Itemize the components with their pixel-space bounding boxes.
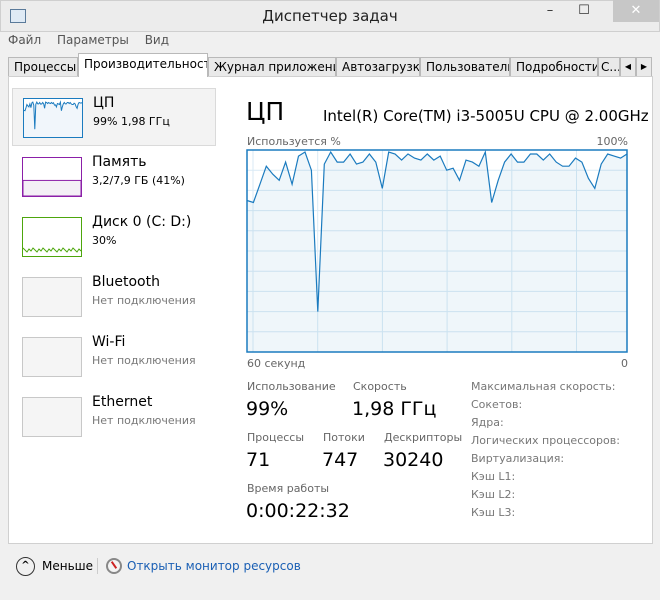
chart-ymax: 100% — [596, 135, 628, 148]
thumbnail-graph — [22, 277, 82, 317]
chart-xlabel-right: 0 — [621, 357, 628, 370]
tab-details[interactable]: Подробности — [510, 57, 598, 77]
sidebar-item-label: Диск 0 (C: D:) — [92, 214, 192, 230]
cpu-usage-chart — [246, 149, 628, 353]
cpu-detail-label: Виртуализация: — [471, 452, 565, 465]
tab-services[interactable]: С... — [598, 57, 620, 77]
sidebar-item-bluetooth[interactable]: Bluetooth Нет подключения — [12, 268, 216, 326]
cpu-detail-label: Логических процессоров: — [471, 434, 620, 447]
processes-label: Процессы — [247, 431, 305, 444]
speed-value: 1,98 ГГц — [352, 398, 437, 420]
menu-file[interactable]: Файл — [8, 33, 41, 47]
mini-graph — [23, 338, 81, 376]
fewer-details-button[interactable]: Меньше — [42, 559, 93, 573]
maximize-button[interactable]: ☐ — [568, 0, 600, 22]
mini-graph — [23, 278, 81, 316]
usage-label: Использование — [247, 380, 336, 393]
footer: ^ Меньше Открыть монитор ресурсов — [0, 546, 660, 590]
tab-processes[interactable]: Процессы — [8, 57, 78, 77]
sidebar-item-wifi[interactable]: Wi-Fi Нет подключения — [12, 328, 216, 386]
mini-graph — [22, 179, 82, 197]
processes-value: 71 — [246, 449, 271, 471]
mini-graph — [22, 247, 82, 253]
cpu-detail-label: Максимальная скорость: — [471, 380, 616, 393]
cpu-detail-label: Кэш L3: — [471, 506, 516, 519]
tab-performance[interactable]: Производительность — [78, 53, 208, 77]
sidebar-item-status: 99% 1,98 ГГц — [93, 115, 170, 128]
resource-monitor-icon — [106, 558, 122, 574]
cpu-usage-area — [247, 152, 627, 352]
uptime-label: Время работы — [247, 482, 330, 495]
threads-value: 747 — [322, 449, 359, 471]
open-resource-monitor-link[interactable]: Открыть монитор ресурсов — [127, 559, 301, 573]
handles-label: Дескрипторы — [384, 431, 463, 444]
sidebar-item-label: Bluetooth — [92, 274, 160, 290]
menu-options[interactable]: Параметры — [57, 33, 129, 47]
menu-bar: Файл Параметры Вид — [8, 33, 181, 51]
sidebar-item-cpu[interactable]: ЦП 99% 1,98 ГГц — [12, 88, 216, 146]
sidebar-item-status: 3,2/7,9 ГБ (41%) — [92, 174, 185, 187]
sidebar-item-ethernet[interactable]: Ethernet Нет подключения — [12, 388, 216, 446]
minimize-button[interactable]: – — [534, 0, 566, 22]
cpu-model: Intel(R) Core(TM) i3-5005U CPU @ 2.00GHz — [323, 107, 649, 125]
thumbnail-graph — [22, 397, 82, 437]
thumbnail-graph — [22, 157, 82, 197]
mini-graph — [23, 100, 83, 137]
sidebar-item-label: Wi-Fi — [92, 334, 126, 350]
page-title: ЦП — [246, 97, 285, 126]
sidebar-item-status: Нет подключения — [92, 354, 196, 367]
mini-memory-fill — [22, 179, 82, 197]
uptime-value: 0:00:22:32 — [246, 500, 350, 522]
close-button[interactable]: ✕ — [613, 0, 659, 22]
speed-label: Скорость — [353, 380, 407, 393]
tab-scroll-right-icon[interactable]: ▶ — [636, 57, 652, 77]
handles-value: 30240 — [383, 449, 444, 471]
sidebar-item-label: Ethernet — [92, 394, 153, 410]
cpu-detail-label: Кэш L1: — [471, 470, 516, 483]
tab-users[interactable]: Пользователи — [420, 57, 510, 77]
mini-cpu-fill — [24, 102, 82, 137]
sidebar-item-label: ЦП — [93, 95, 115, 111]
thumbnail-graph — [22, 217, 82, 257]
sidebar-item-label: Память — [92, 154, 147, 170]
tab-bar: Процессы Производительность Журнал прило… — [8, 53, 653, 77]
cpu-detail-label: Ядра: — [471, 416, 504, 429]
threads-label: Потоки — [323, 431, 365, 444]
chevron-up-icon[interactable]: ^ — [16, 557, 35, 576]
sidebar-item-memory[interactable]: Память 3,2/7,9 ГБ (41%) — [12, 148, 216, 206]
mini-graph — [23, 398, 81, 436]
cpu-detail-label: Сокетов: — [471, 398, 523, 411]
menu-view[interactable]: Вид — [145, 33, 169, 47]
tab-startup[interactable]: Автозагрузка — [336, 57, 420, 77]
tab-scroll-left-icon[interactable]: ◀ — [620, 57, 636, 77]
sidebar-item-disk[interactable]: Диск 0 (C: D:) 30% — [12, 208, 216, 266]
mini-disk-line — [22, 247, 82, 253]
thumbnail-graph — [23, 98, 83, 138]
chart-xlabel-left: 60 секунд — [247, 357, 306, 370]
sidebar-item-status: Нет подключения — [92, 294, 196, 307]
usage-value: 99% — [246, 398, 289, 420]
sidebar-item-status: Нет подключения — [92, 414, 196, 427]
thumbnail-graph — [22, 337, 82, 377]
cpu-detail-label: Кэш L2: — [471, 488, 516, 501]
chart-ylabel: Используется % — [247, 135, 341, 148]
tab-app-history[interactable]: Журнал приложений — [208, 57, 336, 77]
sidebar-item-status: 30% — [92, 234, 117, 247]
divider — [97, 558, 98, 574]
